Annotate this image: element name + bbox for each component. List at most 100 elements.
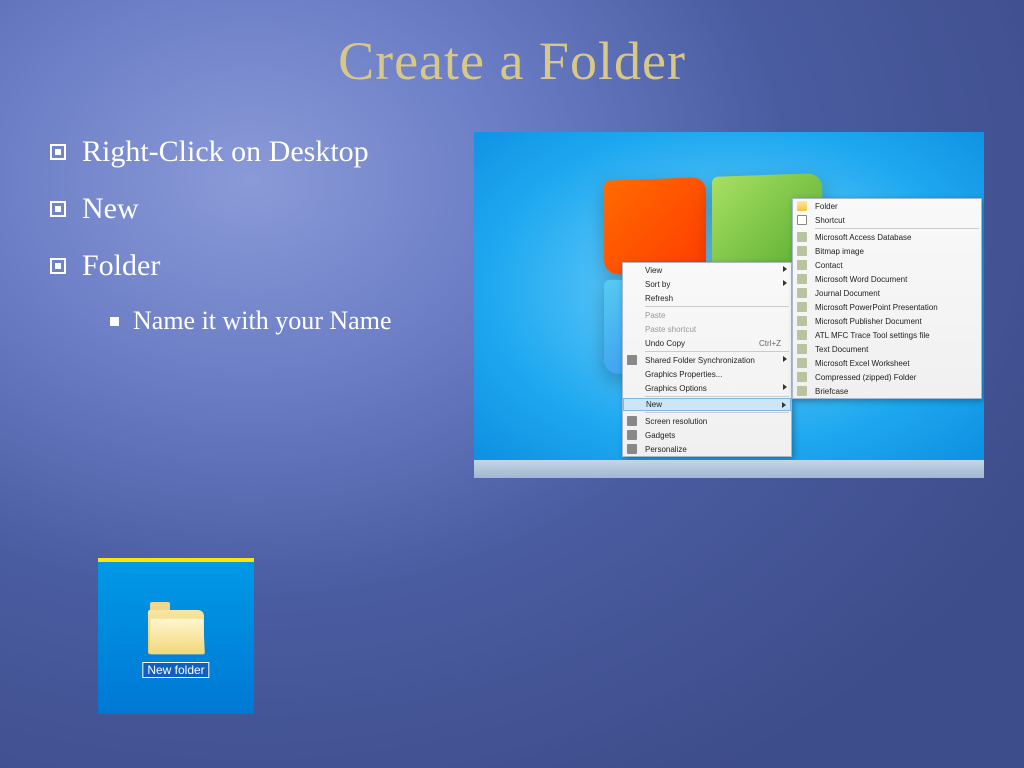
menu-label: Microsoft Access Database [815,233,911,242]
access-icon [797,232,807,242]
menu-item-view[interactable]: View [623,263,791,277]
sub-bullet-item-1: Name it with your Name [110,303,444,338]
slide-title: Create a Folder [0,0,1024,92]
contact-icon [797,260,807,270]
shortcut-icon [797,215,807,225]
folder-name-input[interactable]: New folder [142,662,209,678]
zip-icon [797,372,807,382]
submenu-item-word[interactable]: Microsoft Word Document [793,272,981,286]
submenu-item-bitmap[interactable]: Bitmap image [793,244,981,258]
publisher-icon [797,316,807,326]
menu-item-refresh[interactable]: Refresh [623,291,791,305]
submenu-arrow-icon [783,280,787,286]
menu-label: Contact [815,261,843,270]
menu-label: Gadgets [645,431,675,440]
menu-label: Sort by [645,280,670,289]
word-icon [797,274,807,284]
submenu-item-shortcut[interactable]: Shortcut [793,213,981,227]
sync-icon [627,355,637,365]
menu-label: Folder [815,202,838,211]
menu-separator [645,412,789,413]
menu-item-paste: Paste [623,308,791,322]
menu-item-new[interactable]: New [623,398,791,411]
submenu-item-access[interactable]: Microsoft Access Database [793,230,981,244]
sub-bullet-text: Name it with your Name [133,303,392,338]
menu-label: Undo Copy [645,339,685,348]
submenu-item-briefcase[interactable]: Briefcase [793,384,981,398]
new-submenu[interactable]: Folder Shortcut Microsoft Access Databas… [792,198,982,399]
bullet-text: Right-Click on Desktop [82,132,369,171]
menu-label: Microsoft Word Document [815,275,907,284]
bitmap-icon [797,246,807,256]
bullet-column: Right-Click on Desktop New Folder Name i… [50,132,444,478]
submenu-item-powerpoint[interactable]: Microsoft PowerPoint Presentation [793,300,981,314]
menu-label: New [646,400,662,409]
menu-item-graphics-options[interactable]: Graphics Options [623,381,791,395]
menu-label: Briefcase [815,387,848,396]
monitor-icon [627,416,637,426]
menu-label: Personalize [645,445,687,454]
menu-label: Paste [645,311,665,320]
menu-label: Microsoft Publisher Document [815,317,922,326]
menu-label: Microsoft Excel Worksheet [815,359,910,368]
menu-item-shared-folder-sync[interactable]: Shared Folder Synchronization [623,353,791,367]
bullet-list: Right-Click on Desktop New Folder Name i… [50,132,444,338]
screenshot-column: View Sort by Refresh Paste Paste shortcu… [474,132,984,478]
menu-item-personalize[interactable]: Personalize [623,442,791,456]
menu-item-gadgets[interactable]: Gadgets [623,428,791,442]
desktop-context-menu[interactable]: View Sort by Refresh Paste Paste shortcu… [622,262,792,457]
bullet-text: New [82,189,139,228]
menu-label: Shortcut [815,216,845,225]
menu-label: Shared Folder Synchronization [645,356,755,365]
desktop-screenshot: View Sort by Refresh Paste Paste shortcu… [474,132,984,478]
submenu-item-publisher[interactable]: Microsoft Publisher Document [793,314,981,328]
text-icon [797,344,807,354]
menu-label: Screen resolution [645,417,707,426]
new-folder-inset: New folder [98,558,254,714]
bullet-marker-icon [50,258,66,274]
menu-label: Graphics Options [645,384,707,393]
menu-item-paste-shortcut: Paste shortcut [623,322,791,336]
submenu-item-atl-mfc[interactable]: ATL MFC Trace Tool settings file [793,328,981,342]
folder-icon [797,201,807,211]
menu-label: Microsoft PowerPoint Presentation [815,303,938,312]
menu-label: View [645,266,662,275]
menu-item-graphics-properties[interactable]: Graphics Properties... [623,367,791,381]
menu-separator [645,306,789,307]
menu-label: Journal Document [815,289,880,298]
submenu-item-journal[interactable]: Journal Document [793,286,981,300]
submenu-arrow-icon [783,384,787,390]
folder-icon[interactable] [148,610,204,654]
submenu-item-text[interactable]: Text Document [793,342,981,356]
bullet-item-2: New [50,189,444,228]
file-icon [797,330,807,340]
submenu-item-contact[interactable]: Contact [793,258,981,272]
menu-label: Graphics Properties... [645,370,722,379]
content-area: Right-Click on Desktop New Folder Name i… [0,92,1024,478]
bullet-marker-icon [50,201,66,217]
menu-shortcut: Ctrl+Z [759,339,781,348]
menu-separator [645,396,789,397]
menu-separator [645,351,789,352]
gadgets-icon [627,430,637,440]
bullet-item-1: Right-Click on Desktop [50,132,444,171]
briefcase-icon [797,386,807,396]
submenu-arrow-icon [783,266,787,272]
menu-item-undo-copy[interactable]: Undo Copy Ctrl+Z [623,336,791,350]
submenu-item-excel[interactable]: Microsoft Excel Worksheet [793,356,981,370]
sub-bullet-marker-icon [110,317,119,326]
journal-icon [797,288,807,298]
submenu-item-folder[interactable]: Folder [793,199,981,213]
menu-label: Refresh [645,294,673,303]
submenu-arrow-icon [782,402,786,408]
submenu-arrow-icon [783,356,787,362]
bullet-item-3: Folder [50,246,444,285]
personalize-icon [627,444,637,454]
powerpoint-icon [797,302,807,312]
menu-label: Compressed (zipped) Folder [815,373,916,382]
submenu-item-zip[interactable]: Compressed (zipped) Folder [793,370,981,384]
menu-item-sort-by[interactable]: Sort by [623,277,791,291]
bullet-text: Folder [82,246,160,285]
excel-icon [797,358,807,368]
menu-item-screen-resolution[interactable]: Screen resolution [623,414,791,428]
